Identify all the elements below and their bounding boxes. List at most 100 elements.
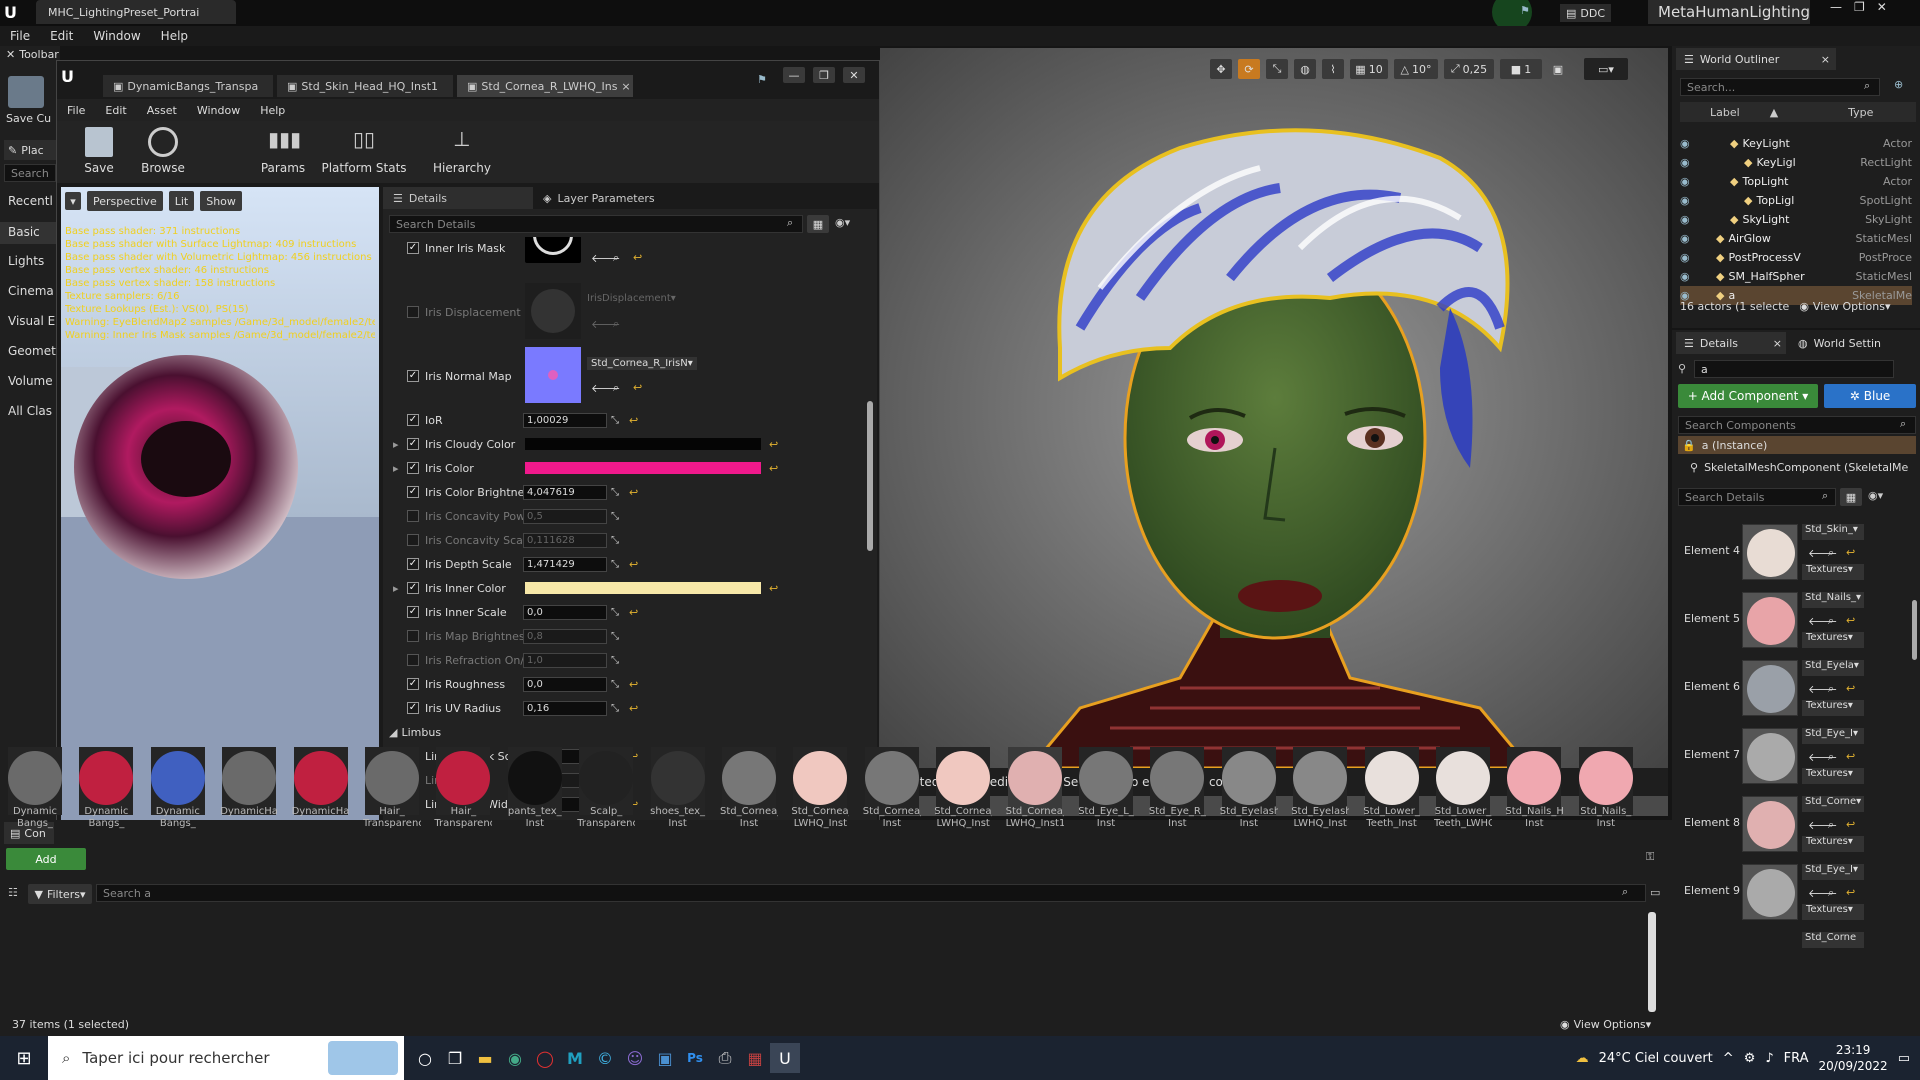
content-view-options[interactable]: ◉ View Options ▾ bbox=[1560, 1018, 1651, 1031]
slider-drag-icon[interactable]: ⤡ bbox=[611, 703, 619, 714]
menu-edit[interactable]: Edit bbox=[40, 29, 83, 43]
outliner-row[interactable]: ◉ ◆ KeyLigl RectLight bbox=[1680, 153, 1912, 172]
param-value[interactable]: 0,111628 bbox=[523, 532, 607, 548]
param-checkbox[interactable]: ✓ bbox=[407, 486, 419, 498]
material-picker[interactable]: Std_Nails_▾ bbox=[1802, 592, 1864, 608]
material-viewport[interactable]: ▾ Perspective Lit Show Base pass shader:… bbox=[61, 187, 379, 861]
slider-drag-icon[interactable]: ⤡ bbox=[611, 799, 619, 810]
outliner-add-icon[interactable]: ⊕ bbox=[1894, 78, 1903, 91]
windows-start-icon[interactable]: ⊞ bbox=[0, 1043, 48, 1073]
editor-menu-edit[interactable]: Edit bbox=[95, 104, 136, 117]
expand-icon[interactable]: ▸ bbox=[393, 438, 399, 451]
reset-arrow-icon[interactable]: ↩ bbox=[1846, 886, 1855, 899]
actor-search-details[interactable]: Search Details bbox=[1678, 488, 1836, 506]
minimize-icon[interactable]: — bbox=[1830, 0, 1842, 14]
param-value[interactable]: 1,0 bbox=[523, 652, 607, 668]
color-swatch[interactable] bbox=[525, 462, 761, 474]
scale-icon[interactable]: ⤡ bbox=[1266, 59, 1288, 79]
reset-arrow-icon[interactable]: ↩ bbox=[629, 558, 638, 571]
eye-filter-icon[interactable]: ◉▾ bbox=[1868, 489, 1883, 502]
level-viewport[interactable]: detected. Please edit a Level Sequence t… bbox=[880, 48, 1668, 816]
param-value[interactable]: 0,8 bbox=[523, 628, 607, 644]
maximize-icon[interactable]: ❐ bbox=[1854, 0, 1865, 14]
slider-drag-icon[interactable]: ⤡ bbox=[611, 655, 619, 666]
world-local-icon[interactable]: ◍ bbox=[1294, 59, 1316, 79]
textures-dropdown[interactable]: Textures▾ bbox=[1802, 564, 1864, 580]
param-value[interactable]: 6,5 bbox=[523, 748, 607, 764]
volume-icon[interactable]: ♪ bbox=[1765, 1051, 1773, 1066]
normal-map-thumbnail[interactable] bbox=[525, 347, 581, 403]
expand-icon[interactable]: ▸ bbox=[393, 582, 399, 595]
sources-icon[interactable]: ☷ bbox=[8, 886, 18, 899]
view-grid-icon[interactable]: ▦ bbox=[807, 215, 829, 233]
filters-button[interactable]: ▼ Filters ▾ bbox=[28, 884, 92, 904]
outliner-close-icon[interactable]: × bbox=[1821, 53, 1830, 66]
visibility-eye-icon[interactable]: ◉ bbox=[1680, 156, 1700, 169]
param-checkbox[interactable]: ✓ bbox=[407, 798, 419, 810]
reset-arrow-icon[interactable]: ↩ bbox=[629, 750, 638, 763]
reset-arrow-icon[interactable]: ↩ bbox=[1846, 682, 1855, 695]
save-current-icon[interactable] bbox=[8, 76, 44, 108]
displacement-thumbnail[interactable] bbox=[525, 283, 581, 339]
add-component-button[interactable]: + Add Component ▾ bbox=[1678, 384, 1818, 408]
param-checkbox[interactable]: ✓ bbox=[407, 462, 419, 474]
perspective-button[interactable]: Perspective bbox=[87, 191, 163, 211]
outliner-tab[interactable]: ☰ World Outliner × bbox=[1676, 48, 1836, 70]
details-tab-level[interactable]: ☰ Details × bbox=[1676, 332, 1786, 354]
material-picker[interactable]: Std_Corne bbox=[1802, 932, 1864, 948]
details-scrollbar-level[interactable] bbox=[1912, 600, 1917, 660]
param-checkbox[interactable] bbox=[407, 630, 419, 642]
taskbar-search[interactable]: ⌕ Taper ici pour rechercher bbox=[48, 1036, 404, 1080]
menu-file[interactable]: File bbox=[0, 29, 40, 43]
reset-arrow-icon[interactable]: ↩ bbox=[629, 678, 638, 691]
visibility-eye-icon[interactable]: ◉ bbox=[1680, 194, 1700, 207]
material-picker[interactable]: Std_Skin_▾ bbox=[1802, 524, 1864, 540]
translate-icon[interactable]: ✥ bbox=[1210, 59, 1232, 79]
viewport-menu-icon[interactable]: ▾ bbox=[65, 192, 81, 210]
details-search[interactable]: Search Details bbox=[389, 215, 803, 233]
param-checkbox[interactable]: ✓ bbox=[407, 606, 419, 618]
browse-asset-icon[interactable]: ⌕ bbox=[613, 381, 619, 395]
metahuman-icon[interactable]: M bbox=[560, 1043, 590, 1073]
view-grid-icon[interactable]: ▦ bbox=[1840, 488, 1862, 506]
outliner-row[interactable]: ◉ ◆ TopLigl SpotLight bbox=[1680, 191, 1912, 210]
expand-icon[interactable]: ▸ bbox=[393, 462, 399, 475]
tab-cornea[interactable]: ▣ Std_Cornea_R_LWHQ_Ins × bbox=[457, 75, 633, 97]
slider-drag-icon[interactable]: ⤡ bbox=[611, 607, 619, 618]
slider-drag-icon[interactable]: ⤡ bbox=[611, 415, 619, 426]
editor-menu-asset[interactable]: Asset bbox=[137, 104, 187, 117]
param-value[interactable]: 0,045 bbox=[523, 796, 607, 812]
col-type[interactable]: Type bbox=[1848, 106, 1873, 119]
tab-close-icon[interactable]: × bbox=[621, 80, 630, 93]
archive-icon[interactable]: ▦ bbox=[740, 1043, 770, 1073]
reset-arrow-icon[interactable]: ↩ bbox=[1846, 818, 1855, 831]
material-thumbnail[interactable] bbox=[1742, 864, 1798, 920]
slider-drag-icon[interactable]: ⤡ bbox=[611, 679, 619, 690]
cat-lights[interactable]: Lights bbox=[0, 254, 56, 268]
details-close-icon[interactable]: × bbox=[1773, 337, 1782, 350]
cat-basic[interactable]: Basic bbox=[0, 222, 56, 244]
slider-drag-icon[interactable]: ⤡ bbox=[611, 487, 619, 498]
normal-map-asset-picker[interactable]: Std_Cornea_R_IrisN ▾ bbox=[587, 357, 697, 370]
reset-arrow-icon[interactable]: ↩ bbox=[629, 414, 638, 427]
param-checkbox[interactable]: ✓ bbox=[407, 678, 419, 690]
eye-filter-icon[interactable]: ◉▾ bbox=[835, 216, 850, 229]
param-checkbox[interactable]: ✓ bbox=[407, 438, 419, 450]
param-checkbox[interactable]: ✓ bbox=[407, 702, 419, 714]
menu-window[interactable]: Window bbox=[83, 29, 150, 43]
photoshop-icon[interactable]: Ps bbox=[680, 1043, 710, 1073]
browse-asset-icon[interactable]: ⌕ bbox=[1828, 682, 1834, 696]
surface-snap-icon[interactable]: ⌇ bbox=[1322, 59, 1344, 79]
visibility-eye-icon[interactable]: ◉ bbox=[1680, 137, 1700, 150]
visibility-eye-icon[interactable]: ◉ bbox=[1680, 213, 1700, 226]
layer-parameters-tab[interactable]: ◈ Layer Parameters bbox=[533, 187, 683, 209]
rotate-icon[interactable]: ⟳ bbox=[1238, 59, 1260, 79]
close-icon[interactable]: ✕ bbox=[1877, 0, 1887, 14]
visibility-eye-icon[interactable]: ◉ bbox=[1680, 232, 1700, 245]
clock[interactable]: 23:19 20/09/2022 bbox=[1819, 1042, 1888, 1074]
param-checkbox[interactable] bbox=[407, 510, 419, 522]
view-options[interactable]: View Options bbox=[1813, 300, 1885, 313]
maximize-viewport-icon[interactable]: ▣ bbox=[1548, 59, 1568, 79]
visibility-eye-icon[interactable]: ◉ bbox=[1680, 270, 1700, 283]
param-checkbox[interactable]: ✓ bbox=[407, 750, 419, 762]
